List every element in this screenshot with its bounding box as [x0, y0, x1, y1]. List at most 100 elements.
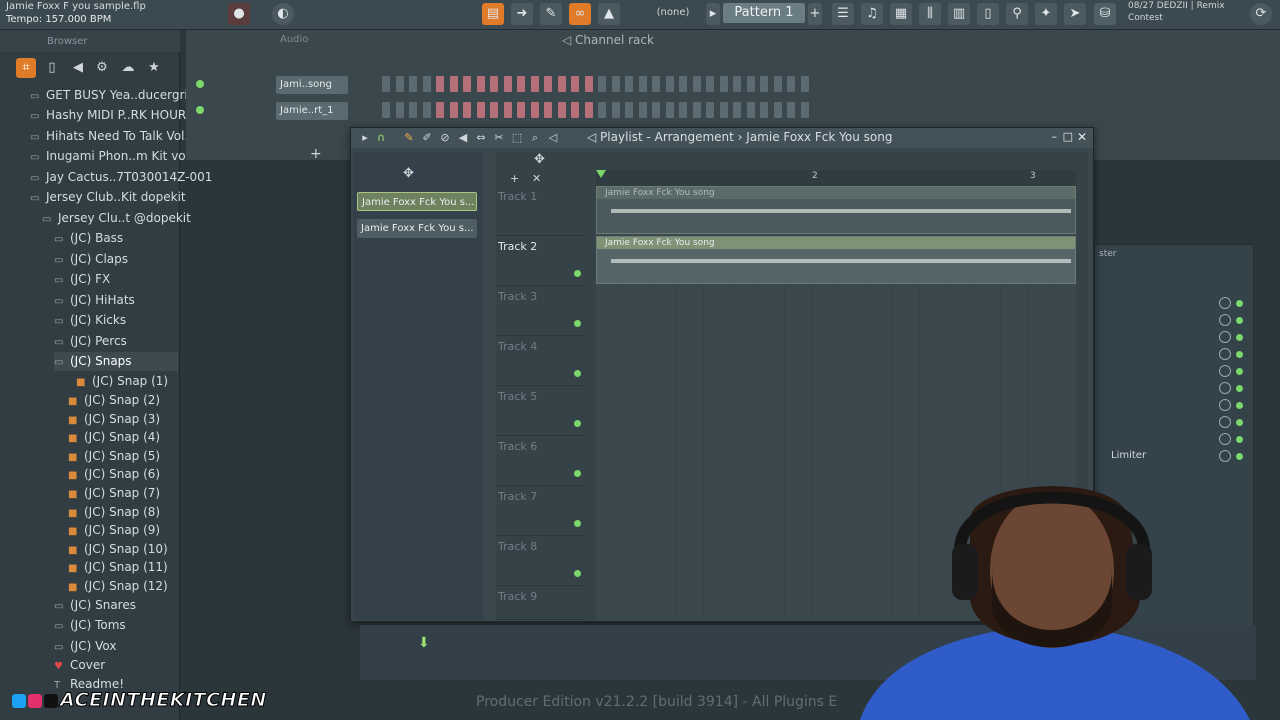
tree-file[interactable]: ■ (JC) Snap (6) [68, 465, 160, 484]
tree-folder[interactable]: ▭ Inugami Phon..m Kit vol.1 [30, 147, 200, 166]
audio-clip[interactable]: Jamie Foxx Fck You song [596, 186, 1076, 234]
shop-button[interactable]: ⛁ [1094, 3, 1116, 25]
step-button[interactable] [395, 76, 404, 92]
piano-roll-button[interactable]: ♫ [861, 3, 883, 25]
step-button[interactable] [598, 76, 606, 92]
mixer-slot-led[interactable] [1236, 317, 1243, 324]
step-button[interactable] [382, 102, 390, 118]
step-button[interactable] [490, 76, 498, 92]
master-volume-knob[interactable]: ◐ [272, 3, 294, 25]
track-enable-led[interactable] [574, 370, 581, 377]
step-button[interactable] [611, 76, 620, 92]
step-button[interactable] [530, 76, 539, 92]
tree-file[interactable]: ■ (JC) Snap (12) [68, 577, 168, 596]
mixer-slot-led[interactable] [1236, 300, 1243, 307]
mixer-slot-toggle[interactable] [1219, 416, 1231, 428]
step-button[interactable] [773, 76, 782, 92]
mute-tool-button[interactable]: ◀ [455, 130, 471, 146]
tree-folder[interactable]: ▭ Jay Cactus..7T030014Z-001 [30, 168, 212, 187]
export-button[interactable]: ➤ [1064, 3, 1086, 25]
mixer-slot-led[interactable] [1236, 436, 1243, 443]
mixer-slot-led[interactable] [1236, 402, 1243, 409]
mixer-button[interactable]: ⫼ [919, 3, 941, 25]
step-button[interactable] [422, 76, 431, 92]
step-button[interactable] [382, 76, 390, 92]
step-button[interactable] [490, 102, 498, 118]
channel-name-button[interactable]: Jami..song [276, 76, 348, 94]
maximize-button[interactable]: □ [1063, 130, 1073, 143]
add-track-button[interactable]: + [510, 172, 519, 185]
step-button[interactable] [719, 102, 728, 118]
step-button[interactable] [517, 102, 525, 118]
select-tool-button[interactable]: ⬚ [509, 130, 525, 146]
channel-button[interactable]: ▥ [948, 3, 970, 25]
step-button[interactable] [679, 76, 687, 92]
mixer-slot-led[interactable] [1236, 419, 1243, 426]
tree-folder[interactable]: ▭ (JC) Snares [54, 596, 136, 615]
mixer-slot-toggle[interactable] [1219, 297, 1231, 309]
tree-file[interactable]: ■ (JC) Snap (9) [68, 521, 160, 540]
track-enable-led[interactable] [574, 320, 581, 327]
plugin-database-button[interactable]: ⚲ [1006, 3, 1028, 25]
tree-folder[interactable]: ▭ Hashy MIDI P..RK HOURS 2 [30, 106, 205, 125]
channel-mute-led[interactable] [196, 106, 204, 114]
tree-folder-open[interactable]: ▭ (JC) Snaps [54, 352, 178, 371]
mixer-slot-led[interactable] [1236, 453, 1243, 460]
audio-clip[interactable]: Jamie Foxx Fck You song [596, 236, 1076, 284]
tree-file[interactable]: ♥ Cover [54, 656, 105, 675]
playhead-marker[interactable] [596, 170, 606, 178]
step-button[interactable] [692, 102, 701, 118]
step-button[interactable] [733, 76, 741, 92]
step-button[interactable] [611, 102, 620, 118]
step-button[interactable] [787, 76, 795, 92]
step-button[interactable] [719, 76, 728, 92]
tree-folder[interactable]: ▭ (JC) FX [54, 270, 110, 289]
channel-rack-filter[interactable]: Audio [280, 34, 308, 45]
tree-file[interactable]: ■ (JC) Snap (8) [68, 503, 160, 522]
step-button[interactable] [530, 102, 539, 118]
add-pattern-button[interactable]: + [808, 3, 822, 25]
tree-folder[interactable]: ▭ (JC) Vox [54, 637, 116, 656]
mixer-slot-led[interactable] [1236, 385, 1243, 392]
step-button[interactable] [517, 76, 525, 92]
step-button[interactable] [476, 102, 485, 118]
add-channel-button[interactable]: + [310, 146, 322, 162]
playback-tool-button[interactable]: ◁ [545, 130, 561, 146]
track-enable-led[interactable] [574, 520, 581, 527]
mixer-slot-toggle[interactable] [1219, 365, 1231, 377]
playlist-window-button[interactable]: ☰ [832, 3, 854, 25]
tree-folder-open[interactable]: ▭ Jersey Club..Kit dopekit [30, 188, 186, 207]
metronome-button[interactable]: ▲ [598, 3, 620, 25]
mixer-slot-led[interactable] [1236, 351, 1243, 358]
pattern-song-toggle[interactable]: ▤ [482, 3, 504, 25]
step-button[interactable] [463, 102, 471, 118]
step-button[interactable] [800, 76, 809, 92]
step-button[interactable] [463, 76, 471, 92]
tempo-tapper-button[interactable]: ✦ [1035, 3, 1057, 25]
track-header[interactable]: Track 3 [496, 286, 586, 336]
remove-track-button[interactable]: ✕ [532, 172, 541, 185]
step-button[interactable] [665, 102, 674, 118]
tracks-arrows-icon[interactable]: ✥ [534, 152, 545, 167]
step-button[interactable] [544, 76, 552, 92]
track-enable-led[interactable] [574, 470, 581, 477]
picker-arrows-icon[interactable]: ✥ [403, 166, 414, 181]
mixer-slot-led[interactable] [1236, 334, 1243, 341]
step-button[interactable] [449, 102, 458, 118]
tree-file[interactable]: ■ (JC) Snap (2) [68, 391, 160, 410]
tree-folder[interactable]: ▭ (JC) Toms [54, 616, 126, 635]
track-header[interactable]: Track 4 [496, 336, 586, 386]
tempo-display[interactable]: Tempo: 157.000 BPM [6, 14, 111, 25]
draw-tool-button[interactable]: ✎ [401, 130, 417, 146]
tree-file[interactable]: ■ (JC) Snap (11) [68, 558, 168, 577]
track-header[interactable]: Track 1 [496, 186, 586, 236]
step-button[interactable] [733, 102, 741, 118]
tree-folder[interactable]: ▭ (JC) Kicks [54, 311, 126, 330]
step-button[interactable] [544, 102, 552, 118]
snap-arrow-button[interactable]: ➜ [511, 3, 533, 25]
browser-button[interactable]: ▯ [977, 3, 999, 25]
step-button[interactable] [422, 102, 431, 118]
mixer-slot-led[interactable] [1236, 368, 1243, 375]
tree-folder[interactable]: ▭ (JC) Bass [54, 229, 123, 248]
close-button[interactable]: ✕ [1077, 130, 1087, 144]
